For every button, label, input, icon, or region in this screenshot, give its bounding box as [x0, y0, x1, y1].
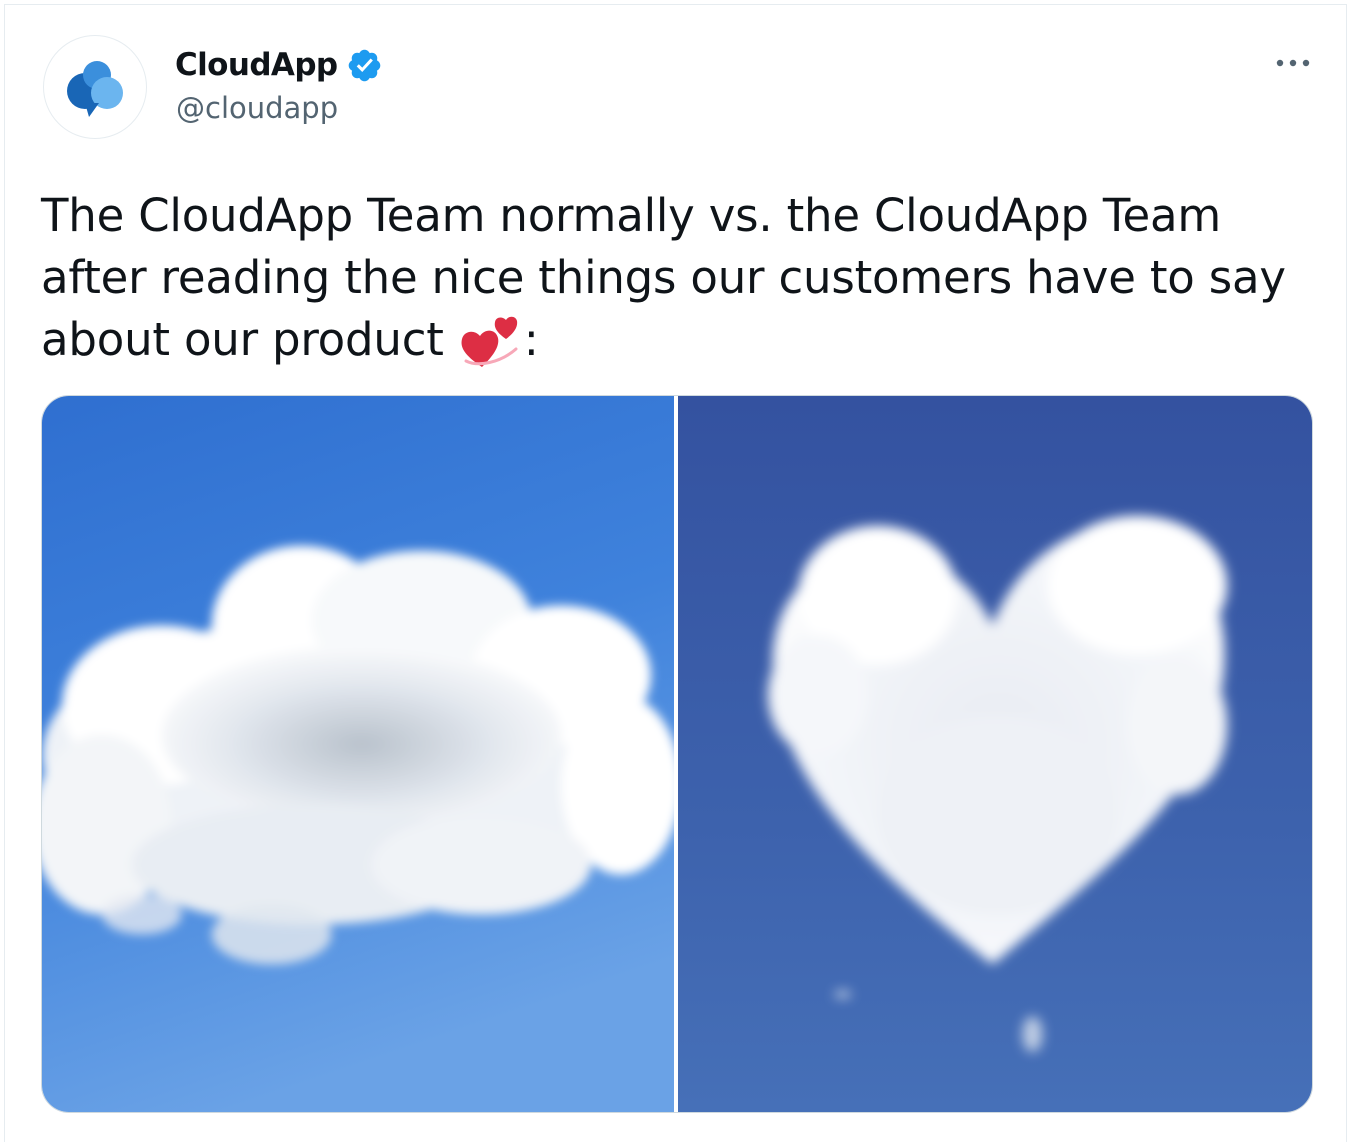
- tweet-text: The CloudApp Team normally vs. the Cloud…: [41, 185, 1331, 371]
- cloud-photo-image: [42, 396, 674, 1112]
- media-grid: [41, 395, 1313, 1113]
- two-hearts-emoji: [461, 316, 518, 367]
- tweet-card[interactable]: CloudApp @cloudapp The CloudApp Team nor…: [4, 4, 1347, 1142]
- display-name[interactable]: CloudApp: [175, 47, 338, 83]
- cloudapp-logo-icon: [67, 61, 123, 117]
- more-horizontal-icon: [1276, 59, 1310, 67]
- more-options-button[interactable]: [1271, 49, 1315, 77]
- user-handle[interactable]: @cloudapp: [176, 91, 338, 125]
- tweet-text-tail: :: [523, 313, 539, 366]
- avatar[interactable]: [43, 35, 147, 139]
- heart-cloud-photo-image: [678, 396, 1312, 1112]
- verified-badge-icon: [348, 49, 380, 81]
- media-photo-cloud[interactable]: [42, 396, 674, 1112]
- media-photo-heart-cloud[interactable]: [678, 396, 1312, 1112]
- tweet-text-main: The CloudApp Team normally vs. the Cloud…: [41, 189, 1286, 366]
- author-name-row[interactable]: CloudApp: [175, 45, 383, 85]
